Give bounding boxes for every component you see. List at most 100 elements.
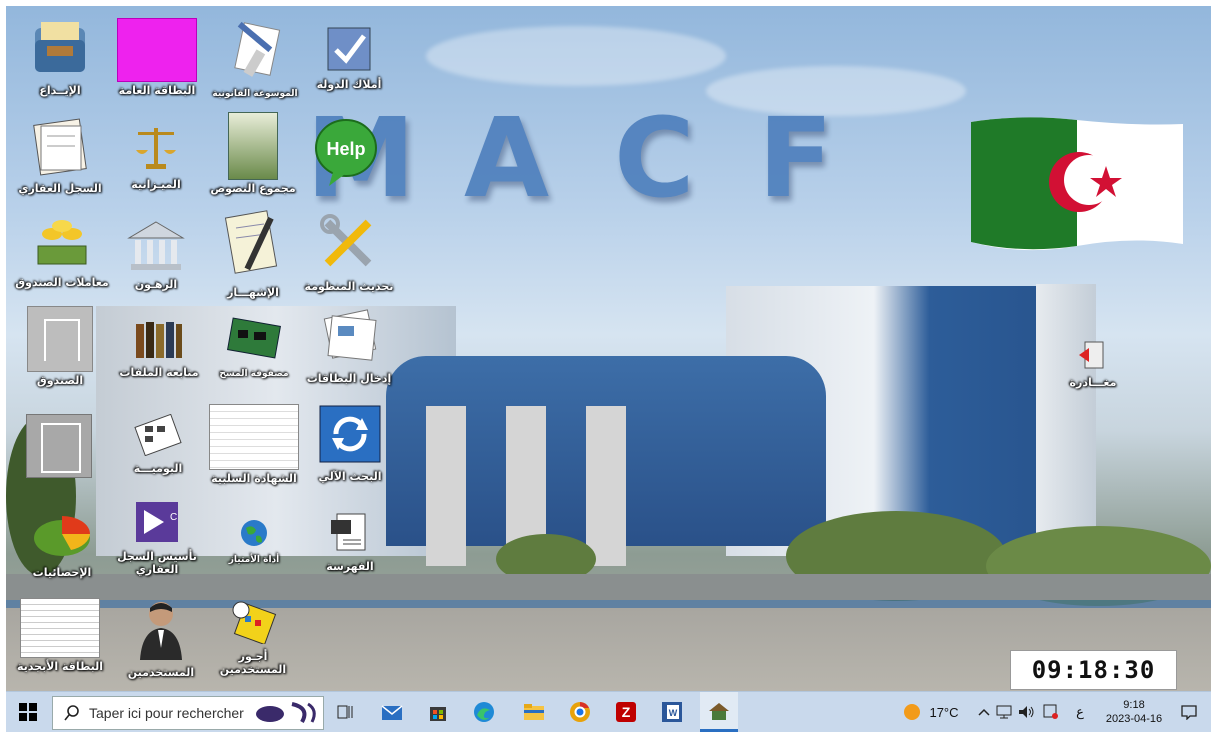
icon-cash-transactions[interactable]: معاملات الصندوق bbox=[12, 216, 112, 289]
tray-clock[interactable]: 9:18 2023-04-16 bbox=[1100, 692, 1168, 732]
macf-letter-f: F bbox=[758, 94, 836, 222]
icon-label: السجل العقاري bbox=[18, 182, 102, 195]
alphabetic-form-icon bbox=[20, 598, 100, 658]
icon-indexing[interactable]: الفهرسة bbox=[312, 512, 388, 573]
certificate-form-icon bbox=[209, 404, 299, 470]
search-box[interactable]: Taper ici pour rechercher bbox=[52, 696, 324, 730]
circuit-board-icon bbox=[227, 317, 281, 359]
store-icon bbox=[430, 707, 446, 721]
icon-label: إدخال البطاقات bbox=[306, 372, 392, 385]
task-view-button[interactable] bbox=[332, 692, 358, 732]
icon-land-registry[interactable]: السجل العقاري bbox=[14, 116, 106, 195]
media-icon: C bbox=[136, 502, 178, 542]
icon-land-registry-setup[interactable]: C تأسيس السجل العقاري bbox=[112, 500, 202, 576]
start-button[interactable] bbox=[6, 692, 50, 732]
weather-widget[interactable]: 17°C bbox=[896, 692, 966, 732]
speaker-icon bbox=[1019, 706, 1034, 718]
icon-label: الميـزانية bbox=[131, 178, 181, 191]
icon-label: الموسوعة القانونية bbox=[212, 89, 298, 99]
icon-label: مغـــادرة bbox=[1069, 376, 1117, 389]
taskbar-store[interactable] bbox=[422, 692, 454, 732]
cashbox-icon bbox=[27, 306, 93, 372]
tray-network[interactable] bbox=[994, 692, 1014, 732]
notifications-button[interactable] bbox=[1174, 692, 1204, 732]
icon-general-card[interactable]: البطاقة العامة bbox=[108, 18, 206, 97]
icon-publicity[interactable]: الإشهـــار bbox=[208, 206, 298, 299]
notepad-pen-icon bbox=[224, 210, 278, 274]
taskbar-edge[interactable] bbox=[468, 692, 500, 732]
icon-update-system[interactable]: تحديث المنظومة bbox=[298, 212, 400, 293]
bank-icon bbox=[127, 221, 185, 270]
algeria-flag-icon bbox=[971, 117, 1183, 251]
taskbar: Taper ici pour rechercher Z W 17°C ع 9:1… bbox=[6, 691, 1211, 732]
icon-deposit[interactable]: الإيــداع bbox=[20, 18, 100, 97]
network-icon bbox=[996, 705, 1012, 719]
svg-text:C: C bbox=[170, 512, 177, 523]
icon-unnamed-doc[interactable] bbox=[26, 414, 92, 478]
icon-file-tracking[interactable]: متابعة الملفات bbox=[116, 318, 202, 379]
calendar-icon bbox=[134, 413, 182, 457]
help-text: Help bbox=[326, 139, 365, 159]
icon-legal-encyclopedia[interactable]: الموسوعة القانونية bbox=[208, 20, 302, 101]
notification-icon bbox=[1181, 705, 1197, 720]
taskbar-mail[interactable] bbox=[376, 692, 408, 732]
tray-overflow-button[interactable] bbox=[976, 692, 992, 732]
tray-volume[interactable] bbox=[1016, 692, 1038, 732]
icon-label: تحديث المنظومة bbox=[304, 280, 394, 293]
building-tower bbox=[1036, 284, 1096, 554]
icon-alphabetic-card[interactable]: البطاقة الأبجدية bbox=[14, 598, 106, 673]
pen-paper-icon bbox=[234, 21, 281, 77]
tray-language[interactable]: ع bbox=[1070, 692, 1090, 732]
folder-icon bbox=[524, 704, 544, 720]
icon-help[interactable]: Help bbox=[310, 116, 382, 192]
svg-text:W: W bbox=[669, 708, 678, 718]
icon-label: الإحصائيات bbox=[32, 566, 92, 579]
tray-app[interactable] bbox=[1040, 692, 1062, 732]
icon-exit[interactable]: مغـــادرة bbox=[1056, 340, 1130, 389]
icon-label: أداة الأمتياز bbox=[228, 555, 280, 565]
icon-state-property[interactable]: أملاك الدولة bbox=[304, 26, 394, 91]
icon-budget[interactable]: الميـزانية bbox=[114, 122, 198, 191]
icon-mortgages[interactable]: الرهـون bbox=[116, 218, 196, 291]
icon-label: مجموع النصوص bbox=[210, 182, 296, 195]
card-icon bbox=[117, 18, 197, 82]
mail-icon bbox=[381, 705, 403, 720]
filezilla-icon: Z bbox=[616, 702, 636, 722]
icon-label: الفهرسة bbox=[326, 560, 374, 573]
icon-cashbox[interactable]: الصندوق bbox=[18, 306, 102, 387]
icon-label: البحث الآلي bbox=[318, 470, 382, 483]
icon-staff-salaries[interactable]: أجـور المستخدمين bbox=[210, 600, 296, 676]
user-avatar-icon bbox=[140, 602, 182, 660]
pie-chart-icon bbox=[34, 516, 90, 556]
globe-icon bbox=[241, 520, 267, 546]
icon-label: أملاك الدولة bbox=[316, 78, 382, 91]
help-bubble-icon: Help bbox=[315, 119, 377, 186]
icon-concession-tool[interactable]: أداة الأمتياز bbox=[212, 518, 296, 567]
search-highlight-icon bbox=[255, 702, 316, 723]
icon-texts-collection[interactable]: مجموع النصوص bbox=[206, 112, 300, 195]
taskbar-app-active[interactable] bbox=[700, 692, 738, 732]
tray-date: 2023-04-16 bbox=[1105, 713, 1163, 725]
cards-stack-icon bbox=[323, 309, 377, 361]
taskbar-word[interactable]: W bbox=[656, 692, 688, 732]
weather-temp: 17°C bbox=[929, 704, 959, 720]
icon-auto-search[interactable]: البحث الآلي bbox=[308, 404, 392, 483]
icon-negative-certificate[interactable]: الشهادة السلبية bbox=[206, 404, 302, 485]
icon-daily[interactable]: البوميـــة bbox=[118, 413, 198, 475]
macf-letter-c: C bbox=[614, 94, 697, 222]
icon-survey-matrix[interactable]: مصفوفة المسح bbox=[214, 314, 294, 381]
taskbar-chrome[interactable] bbox=[564, 692, 596, 732]
icon-label: معاملات الصندوق bbox=[15, 276, 109, 289]
icon-label: متابعة الملفات bbox=[119, 366, 199, 379]
icon-label: الإشهـــار bbox=[227, 286, 279, 299]
tray-time: 9:18 bbox=[1123, 699, 1145, 711]
icon-users[interactable]: المستخدمين bbox=[118, 598, 204, 679]
taskbar-file-explorer[interactable] bbox=[518, 692, 550, 732]
tools-icon bbox=[320, 214, 372, 267]
palette-clock-icon bbox=[232, 601, 277, 646]
icon-enter-cards[interactable]: إدخال البطاقات bbox=[302, 308, 396, 385]
icon-statistics[interactable]: الإحصائيات bbox=[18, 510, 106, 579]
task-view-icon bbox=[337, 705, 353, 719]
taskbar-filezilla[interactable]: Z bbox=[610, 692, 642, 732]
icon-label: الشهادة السلبية bbox=[211, 472, 297, 485]
